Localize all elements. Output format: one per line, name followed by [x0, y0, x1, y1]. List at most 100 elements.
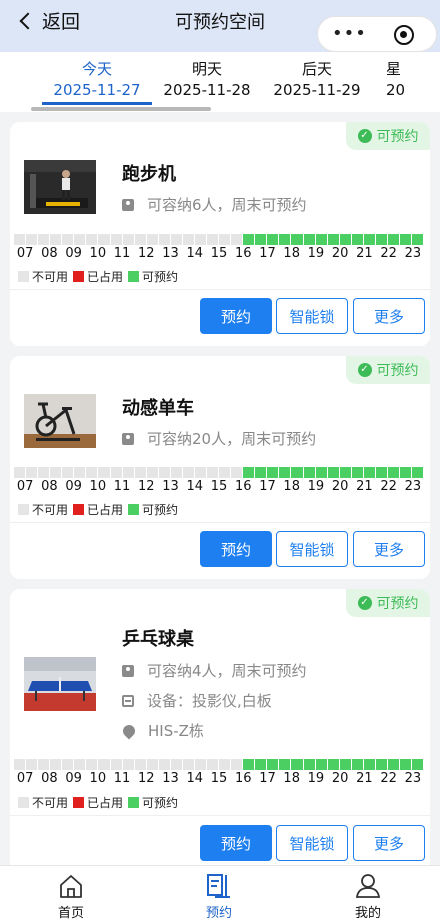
- time-slot[interactable]: [291, 467, 304, 478]
- time-slot[interactable]: [14, 234, 27, 245]
- time-slot[interactable]: [243, 467, 256, 478]
- time-slot[interactable]: [26, 234, 39, 245]
- time-slot[interactable]: [38, 467, 51, 478]
- time-slot[interactable]: [14, 759, 27, 770]
- time-slot[interactable]: [219, 467, 232, 478]
- time-slot[interactable]: [38, 234, 51, 245]
- time-slot[interactable]: [219, 759, 232, 770]
- time-slot[interactable]: [146, 759, 159, 770]
- time-slot[interactable]: [50, 759, 63, 770]
- time-slot[interactable]: [194, 759, 207, 770]
- time-slot[interactable]: [291, 759, 304, 770]
- time-slot[interactable]: [339, 759, 352, 770]
- time-slot[interactable]: [412, 467, 425, 478]
- time-slot[interactable]: [146, 234, 159, 245]
- book-button[interactable]: 预约: [200, 825, 272, 861]
- tab-booking[interactable]: 预约: [179, 872, 259, 921]
- time-slot[interactable]: [387, 759, 400, 770]
- time-slot[interactable]: [231, 467, 244, 478]
- date-tab-scrollbar[interactable]: [31, 107, 211, 111]
- time-slot[interactable]: [110, 759, 123, 770]
- time-slot[interactable]: [134, 467, 147, 478]
- time-slot[interactable]: [98, 467, 111, 478]
- time-slot[interactable]: [303, 234, 316, 245]
- time-slot[interactable]: [146, 467, 159, 478]
- time-slot[interactable]: [50, 234, 63, 245]
- date-tab-tomorrow[interactable]: 明天 2025-11-28: [152, 59, 262, 100]
- time-slot[interactable]: [219, 234, 232, 245]
- time-slot[interactable]: [387, 467, 400, 478]
- time-slot[interactable]: [327, 759, 340, 770]
- time-slot[interactable]: [327, 234, 340, 245]
- time-slot[interactable]: [400, 234, 413, 245]
- time-slot[interactable]: [291, 234, 304, 245]
- time-slot[interactable]: [339, 234, 352, 245]
- time-slot[interactable]: [231, 759, 244, 770]
- tab-home[interactable]: 首页: [31, 872, 111, 921]
- date-tab-next[interactable]: 星 20: [372, 59, 440, 100]
- time-slot[interactable]: [122, 234, 135, 245]
- time-slot[interactable]: [134, 759, 147, 770]
- time-slot[interactable]: [267, 759, 280, 770]
- date-tab-today[interactable]: 今天 2025-11-27: [42, 59, 152, 100]
- time-slot[interactable]: [255, 234, 268, 245]
- time-slot[interactable]: [267, 467, 280, 478]
- time-slot[interactable]: [387, 234, 400, 245]
- time-slot[interactable]: [243, 759, 256, 770]
- book-button[interactable]: 预约: [200, 298, 272, 334]
- time-slot[interactable]: [122, 467, 135, 478]
- time-slot[interactable]: [26, 759, 39, 770]
- time-slot[interactable]: [315, 759, 328, 770]
- more-button[interactable]: 更多: [353, 298, 425, 334]
- book-button[interactable]: 预约: [200, 531, 272, 567]
- time-slot[interactable]: [62, 759, 75, 770]
- time-slot[interactable]: [231, 234, 244, 245]
- time-slot[interactable]: [363, 234, 376, 245]
- time-slot[interactable]: [98, 234, 111, 245]
- time-slot[interactable]: [255, 759, 268, 770]
- time-slot[interactable]: [207, 234, 220, 245]
- date-tab-day-after[interactable]: 后天 2025-11-29: [262, 59, 372, 100]
- time-slot[interactable]: [303, 467, 316, 478]
- time-slot[interactable]: [14, 467, 27, 478]
- time-slot[interactable]: [363, 467, 376, 478]
- time-slot[interactable]: [182, 234, 195, 245]
- time-slot[interactable]: [351, 234, 364, 245]
- time-slot[interactable]: [74, 467, 87, 478]
- time-slot[interactable]: [170, 234, 183, 245]
- time-slot[interactable]: [363, 759, 376, 770]
- time-slot[interactable]: [279, 234, 292, 245]
- time-slot[interactable]: [400, 759, 413, 770]
- time-slot[interactable]: [327, 467, 340, 478]
- time-slot[interactable]: [170, 467, 183, 478]
- smart-lock-button[interactable]: 智能锁: [276, 298, 348, 334]
- time-slot[interactable]: [303, 759, 316, 770]
- smart-lock-button[interactable]: 智能锁: [276, 825, 348, 861]
- time-slot[interactable]: [279, 467, 292, 478]
- time-slot[interactable]: [170, 759, 183, 770]
- time-slot[interactable]: [351, 467, 364, 478]
- time-slot[interactable]: [158, 467, 171, 478]
- time-slot[interactable]: [158, 759, 171, 770]
- time-slot[interactable]: [315, 467, 328, 478]
- time-slot[interactable]: [243, 234, 256, 245]
- time-slot[interactable]: [194, 234, 207, 245]
- time-slot[interactable]: [26, 467, 39, 478]
- time-slot[interactable]: [38, 759, 51, 770]
- more-button[interactable]: 更多: [353, 531, 425, 567]
- time-slot[interactable]: [375, 467, 388, 478]
- time-slot[interactable]: [255, 467, 268, 478]
- time-slot[interactable]: [279, 759, 292, 770]
- time-slot[interactable]: [134, 234, 147, 245]
- time-slot[interactable]: [375, 234, 388, 245]
- time-slot[interactable]: [267, 234, 280, 245]
- more-dots-icon[interactable]: •••: [332, 25, 367, 43]
- tab-profile[interactable]: 我的: [328, 872, 408, 921]
- close-target-icon[interactable]: [394, 25, 414, 45]
- time-slot[interactable]: [400, 467, 413, 478]
- time-slot[interactable]: [207, 467, 220, 478]
- time-slot[interactable]: [122, 759, 135, 770]
- time-slot[interactable]: [110, 467, 123, 478]
- time-slot[interactable]: [62, 467, 75, 478]
- time-slot[interactable]: [98, 759, 111, 770]
